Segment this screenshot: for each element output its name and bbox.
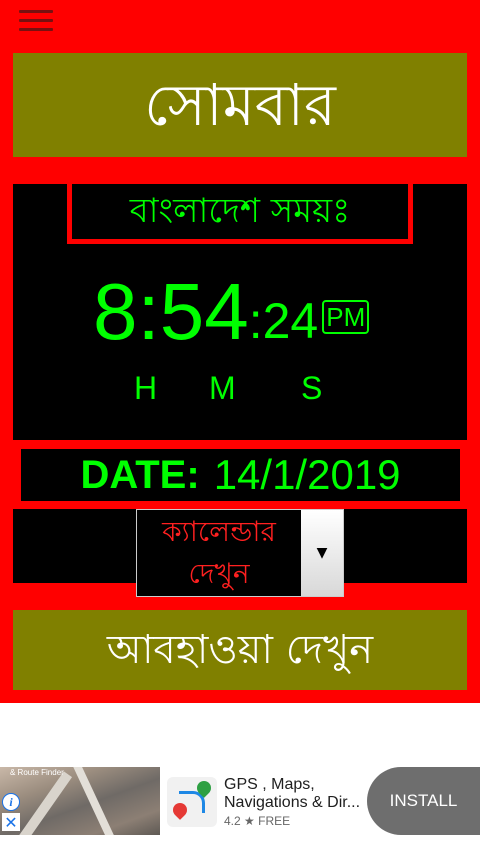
- menu-line: [19, 10, 53, 13]
- clock-minutes: 54: [159, 267, 249, 356]
- minutes-label: M: [209, 370, 236, 406]
- ad-image[interactable]: & Route Finder i ✕: [0, 767, 160, 835]
- day-panel: সোমবার: [13, 53, 467, 157]
- menu-line: [19, 28, 53, 31]
- weather-button-label: আবহাওয়া দেখুন: [106, 627, 374, 673]
- install-button[interactable]: INSTALL: [367, 767, 480, 835]
- app-screen: সোমবার বাংলাদেশ সময়ঃ 8 : 54 : 24 PM H M…: [0, 0, 480, 703]
- clock-separator: :: [137, 267, 160, 356]
- ad-rating: 4.2 ★ FREE: [224, 814, 291, 828]
- chevron-down-icon[interactable]: ▼: [301, 510, 343, 596]
- ad-title[interactable]: GPS , Maps, Navigations & Dir...: [224, 776, 364, 812]
- calendar-dropdown-label: ক্যালেন্ডার দেখুন: [162, 515, 276, 590]
- menu-line: [19, 19, 53, 22]
- weather-button[interactable]: আবহাওয়া দেখুন: [13, 610, 467, 690]
- timezone-box: বাংলাদেশ সময়ঃ: [67, 182, 413, 244]
- info-icon[interactable]: i: [2, 793, 20, 811]
- clock-seconds: 24: [262, 293, 319, 349]
- date-panel: DATE: 14/1/2019: [21, 449, 460, 501]
- date-label: DATE:: [80, 452, 200, 497]
- clock-separator: :: [248, 293, 263, 349]
- ad-image-road: [17, 771, 73, 835]
- calendar-dropdown[interactable]: ক্যালেন্ডার দেখুন ▼: [136, 509, 344, 597]
- hamburger-menu-icon[interactable]: [19, 10, 53, 36]
- calendar-panel: ক্যালেন্ডার দেখুন ▼: [13, 509, 467, 597]
- clock-panel: বাংলাদেশ সময়ঃ 8 : 54 : 24 PM H M S: [13, 182, 467, 440]
- seconds-label: S: [301, 370, 323, 406]
- timezone-label: বাংলাদেশ সময়ঃ: [129, 190, 351, 231]
- digital-clock: 8 : 54 : 24 PM: [93, 267, 370, 356]
- ad-image-caption: & Route Finder: [10, 768, 64, 777]
- map-pin-icon[interactable]: [167, 777, 217, 827]
- ad-banner[interactable]: & Route Finder i ✕ GPS , Maps, Navigatio…: [0, 767, 480, 835]
- clock-hours: 8: [93, 267, 138, 356]
- clock-ampm-badge: PM: [322, 300, 370, 334]
- ad-image-road: [71, 767, 117, 835]
- day-of-week: সোমবার: [144, 71, 336, 139]
- close-icon[interactable]: ✕: [2, 813, 20, 832]
- date-value: 14/1/2019: [213, 451, 401, 498]
- hours-label: H: [134, 370, 158, 406]
